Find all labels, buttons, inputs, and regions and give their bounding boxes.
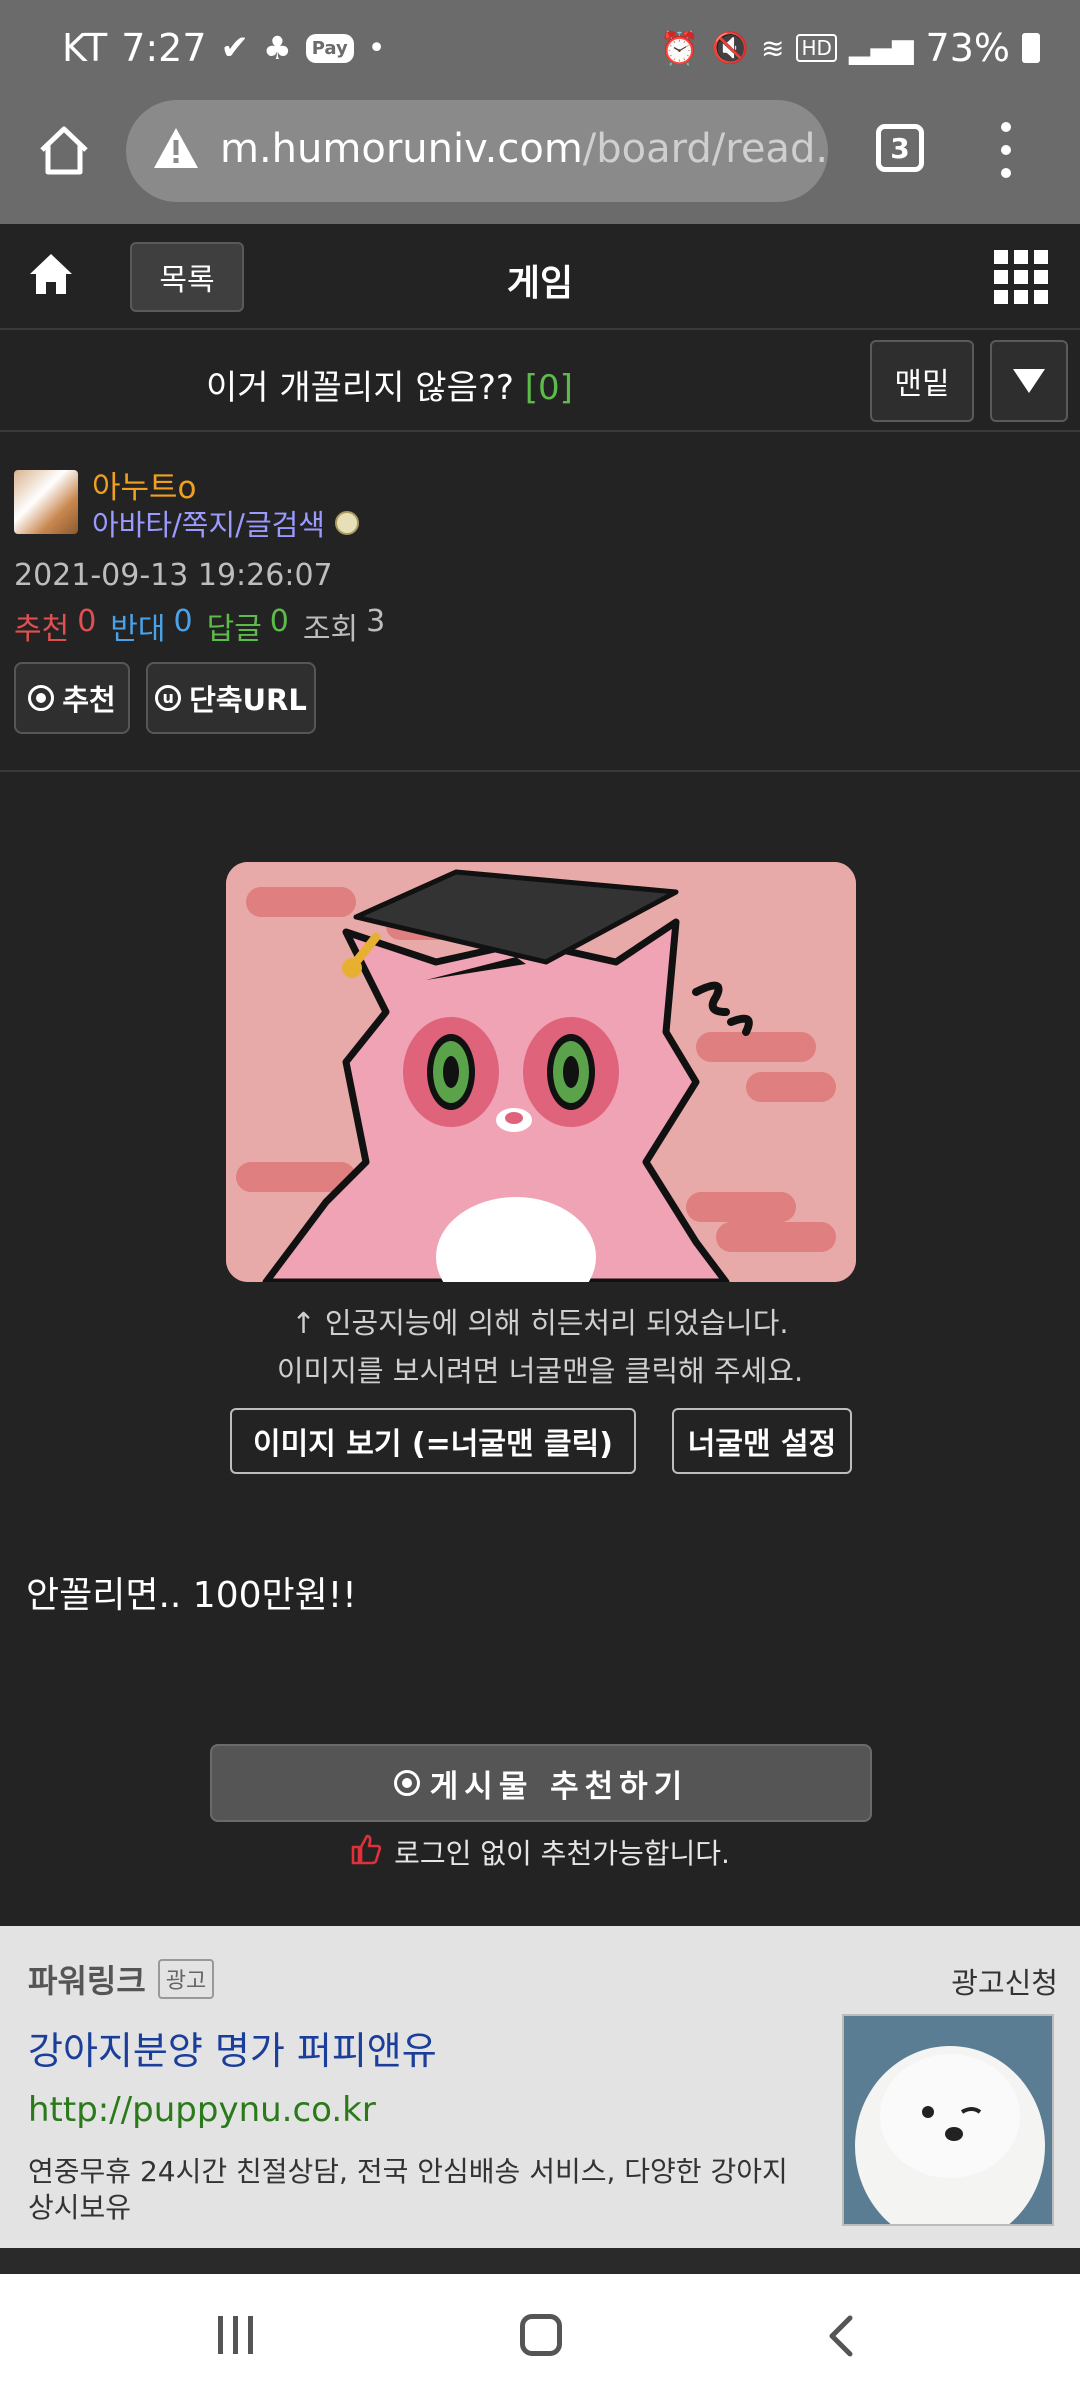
back-icon[interactable] [826, 2314, 856, 2362]
url-host: m.humoruniv.com [220, 126, 583, 172]
reply-value: 0 [269, 604, 289, 639]
ad-badge: 광고 [157, 1959, 215, 1999]
board-name: 게임 [506, 263, 574, 304]
carrier: KT [62, 26, 108, 70]
neogulman-settings-button[interactable]: 너굴맨 설정 [672, 1408, 852, 1474]
home-nav-icon[interactable] [520, 2314, 562, 2356]
recommend-post-circle-icon [393, 1770, 420, 1796]
alarm-icon: ⏰ [659, 29, 700, 67]
views-value: 3 [366, 604, 386, 639]
recommend-circle-icon [28, 685, 55, 711]
powerlink-header: 파워링크 광고 [28, 1956, 215, 2002]
notification-icon: ♣ [263, 29, 292, 67]
clock: 7:27 [121, 26, 207, 70]
dropdown-button[interactable] [990, 340, 1068, 422]
recents-icon[interactable] [218, 2316, 253, 2354]
recommend-label: 추천 [14, 612, 70, 647]
oppose-value: 0 [173, 604, 193, 639]
login-free-notice: 로그인 없이 추천가능합니다. [0, 1832, 1080, 1872]
reply-label: 답글 [206, 612, 262, 647]
url-path: /board/read.h [582, 126, 828, 172]
divider [0, 770, 1080, 772]
author-links-text: 아바타/쪽지/글검색 [92, 508, 325, 542]
level-badge-icon [334, 511, 359, 535]
view-image-button[interactable]: 이미지 보기 (=너굴맨 클릭) [230, 1408, 636, 1474]
short-url-label: 단축URL [189, 683, 307, 717]
ad-url[interactable]: http://puppynu.co.kr [28, 2090, 376, 2130]
post-body-text: 안꼴리면.. 100만원!! [26, 1575, 357, 1616]
oppose-label: 반대 [110, 612, 166, 647]
status-left: KT 7:27 ✔ ♣ Pay • [62, 22, 385, 74]
ad-bottom-strip [0, 2248, 1080, 2274]
address-bar[interactable]: m.humoruniv.com/board/read.h [126, 100, 828, 202]
battery-icon [1022, 33, 1040, 63]
short-url-button[interactable]: u 단축URL [146, 662, 316, 734]
post-title-bar: 이거 개꼴리지 않음?? [0] 맨밑 [0, 332, 1080, 432]
tab-count-icon[interactable]: 3 [876, 124, 924, 172]
puppy-image [844, 2016, 1052, 2224]
list-button-label: 목록 [159, 263, 215, 298]
author-links[interactable]: 아바타/쪽지/글검색 [92, 502, 359, 544]
tab-count: 3 [890, 131, 910, 165]
recommend-button-label: 추천 [62, 683, 116, 717]
thumbs-up-icon [350, 1833, 382, 1872]
views-label: 조회 [302, 612, 359, 647]
hidden-notice-1: ↑ 인공지능에 의해 히든처리 되었습니다. [291, 1306, 789, 1340]
recommend-post-label: 게시물 추천하기 [429, 1768, 689, 1805]
browser-toolbar: m.humoruniv.com/board/read.h 3 [0, 96, 1080, 224]
recommend-button[interactable]: 추천 [14, 662, 130, 734]
site-header: 목록 게임 [0, 224, 1080, 330]
recommend-value: 0 [77, 604, 97, 639]
more-vert-icon[interactable] [996, 122, 1016, 178]
site-home-icon[interactable] [28, 252, 74, 300]
author-name[interactable]: 아누트o [92, 462, 197, 507]
ad-thumbnail[interactable] [842, 2014, 1054, 2226]
powerlink-label: 파워링크 [28, 1962, 146, 2000]
ad-apply-link[interactable]: 광고신청 [951, 1960, 1058, 2002]
pay-icon: Pay [305, 33, 354, 63]
neogulman-settings-label: 너굴맨 설정 [687, 1427, 837, 1462]
jump-bottom-label: 맨밑 [894, 367, 950, 402]
dropdown-triangle-icon [1013, 369, 1045, 393]
wifi-icon: ≋ [761, 31, 785, 65]
view-image-label: 이미지 보기 (=너굴맨 클릭) [253, 1427, 613, 1462]
author-avatar[interactable] [14, 470, 78, 534]
home-icon[interactable] [36, 122, 92, 178]
hd-icon: HD [796, 34, 837, 62]
check-icon: ✔ [220, 28, 250, 68]
powerlink-ad[interactable]: 파워링크 광고 광고신청 강아지분양 명가 퍼피앤유 http://puppyn… [0, 1926, 1080, 2248]
signal-icon: ▂▄▆ [848, 31, 914, 65]
status-right: ⏰ 🔇 ≋ HD ▂▄▆ 73% [660, 22, 1040, 74]
neogulman-illustration [226, 862, 856, 1282]
system-nav-bar [0, 2274, 1080, 2400]
post-date: 2021-09-13 19:26:07 [14, 558, 333, 593]
login-free-notice-text: 로그인 없이 추천가능합니다. [394, 1837, 730, 1870]
grid-menu-icon[interactable] [994, 250, 1048, 304]
post-stats: 추천 0 반대 0 답글 0 조회 3 [14, 604, 385, 648]
short-url-icon: u [155, 685, 182, 711]
battery-level: 73% [925, 26, 1010, 70]
url-text: m.humoruniv.com/board/read.h [220, 126, 828, 172]
post-title: 이거 개꼴리지 않음?? [0] [206, 360, 573, 409]
list-button[interactable]: 목록 [130, 242, 244, 312]
mute-icon: 🔇 [711, 30, 749, 66]
ad-description: 연중무휴 24시간 친절상담, 전국 안심배송 서비스, 다양한 강아지 상시보… [28, 2155, 788, 2224]
status-bar: KT 7:27 ✔ ♣ Pay • ⏰ 🔇 ≋ HD ▂▄▆ 73% [0, 0, 1080, 96]
post-title-text: 이거 개꼴리지 않음?? [206, 368, 514, 408]
hidden-notice-2: 이미지를 보시려면 너굴맨을 클릭해 주세요. [276, 1354, 804, 1388]
neogulman-image[interactable] [226, 862, 856, 1282]
recommend-post-button[interactable]: 게시물 추천하기 [210, 1744, 872, 1822]
dot-icon: • [367, 30, 386, 66]
ad-headline[interactable]: 강아지분양 명가 퍼피앤유 [28, 2020, 437, 2075]
comment-count: [0] [524, 368, 573, 408]
jump-bottom-button[interactable]: 맨밑 [870, 340, 974, 422]
warning-icon [152, 126, 200, 180]
